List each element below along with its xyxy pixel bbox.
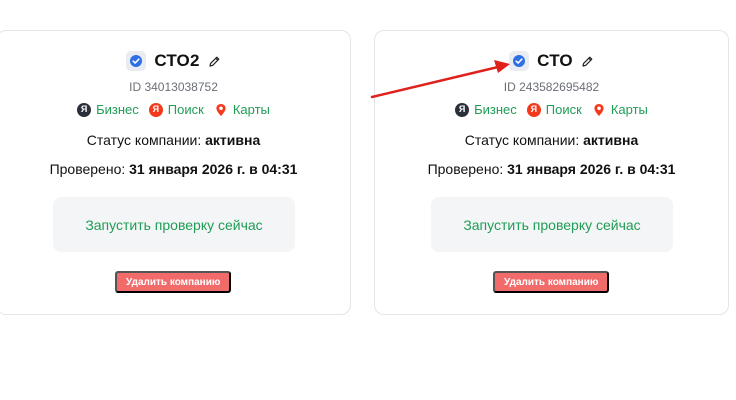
verified-badge-icon: [509, 51, 530, 71]
yandex-business-icon: Я: [77, 102, 92, 117]
company-status: Статус компании: активна: [0, 132, 350, 148]
pencil-icon[interactable]: [581, 55, 594, 68]
delete-company-button[interactable]: Удалить компанию: [493, 271, 610, 293]
service-link-label: Бизнес: [474, 102, 517, 117]
delete-company-button[interactable]: Удалить компанию: [115, 271, 232, 293]
service-link-search[interactable]: Я Поиск: [148, 102, 204, 117]
service-links: Я Бизнес Я Поиск Карты: [375, 102, 728, 117]
company-title-row: СТО: [375, 51, 728, 71]
last-checked: Проверено: 31 января 2026 г. в 04:31: [0, 161, 350, 177]
service-link-maps[interactable]: Карты: [214, 102, 270, 117]
service-link-business[interactable]: Я Бизнес: [455, 102, 517, 117]
checked-value: 31 января 2026 г. в 04:31: [507, 161, 676, 177]
company-name: СТО2: [154, 51, 200, 70]
service-link-search[interactable]: Я Поиск: [526, 102, 582, 117]
run-check-button[interactable]: Запустить проверку сейчас: [431, 197, 673, 252]
service-links: Я Бизнес Я Поиск Карты: [0, 102, 350, 117]
service-link-label: Поиск: [545, 102, 582, 117]
checked-value: 31 января 2026 г. в 04:31: [129, 161, 298, 177]
company-id: ID 34013038752: [129, 80, 218, 94]
status-label: Статус компании:: [464, 132, 580, 148]
service-link-label: Карты: [232, 102, 270, 117]
company-card: СТО ID 243582695482 Я Бизнес Я Поиск Кар…: [374, 30, 729, 315]
pencil-icon[interactable]: [208, 55, 221, 68]
company-name: СТО: [537, 51, 573, 70]
service-link-label: Карты: [610, 102, 648, 117]
yandex-search-icon: Я: [148, 102, 163, 117]
yandex-maps-pin-icon: [214, 103, 228, 117]
last-checked: Проверено: 31 января 2026 г. в 04:31: [375, 161, 728, 177]
status-value: активна: [205, 132, 261, 148]
run-check-button[interactable]: Запустить проверку сейчас: [53, 197, 295, 252]
service-link-maps[interactable]: Карты: [592, 102, 648, 117]
company-id: ID 243582695482: [503, 80, 600, 94]
stage: СТО2 ID 34013038752 Я Бизнес Я Поиск Кар…: [0, 0, 736, 400]
service-link-label: Бизнес: [96, 102, 139, 117]
status-value: активна: [583, 132, 639, 148]
status-label: Статус компании:: [86, 132, 202, 148]
service-link-label: Поиск: [167, 102, 204, 117]
yandex-business-icon: Я: [455, 102, 470, 117]
service-link-business[interactable]: Я Бизнес: [77, 102, 139, 117]
company-title-row: СТО2: [0, 51, 350, 71]
checked-label: Проверено:: [49, 161, 126, 177]
checked-label: Проверено:: [427, 161, 504, 177]
company-card: СТО2 ID 34013038752 Я Бизнес Я Поиск Кар…: [0, 30, 351, 315]
company-status: Статус компании: активна: [375, 132, 728, 148]
yandex-search-icon: Я: [526, 102, 541, 117]
verified-badge-icon: [126, 51, 147, 71]
yandex-maps-pin-icon: [592, 103, 606, 117]
